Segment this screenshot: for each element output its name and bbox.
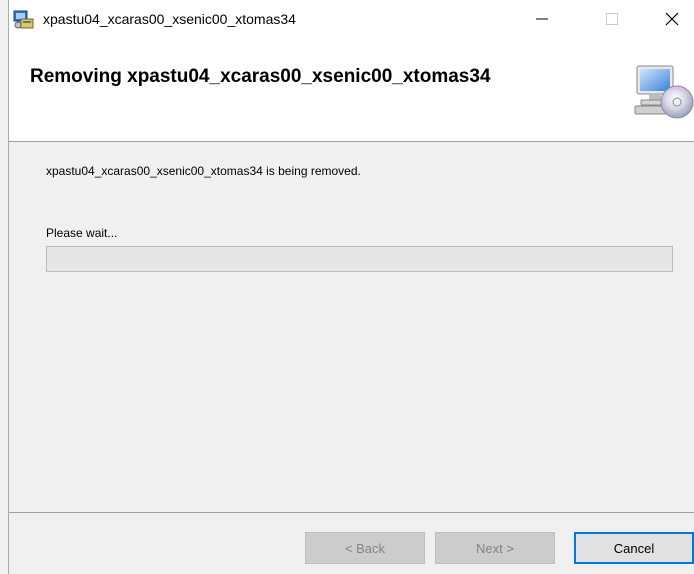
progress-bar xyxy=(46,246,673,272)
installer-app-icon xyxy=(12,7,36,31)
close-icon xyxy=(665,12,679,26)
next-button[interactable]: Next > xyxy=(435,532,555,564)
minimize-button[interactable] xyxy=(519,0,565,38)
maximize-button[interactable] xyxy=(589,0,635,38)
footer-divider xyxy=(9,512,694,513)
installer-window: xpastu04_xcaras00_xsenic00_xtomas34 Remo… xyxy=(8,0,694,574)
maximize-icon xyxy=(606,13,618,25)
computer-cd-icon xyxy=(633,60,694,122)
cancel-button[interactable]: Cancel xyxy=(574,532,694,564)
window-title: xpastu04_xcaras00_xsenic00_xtomas34 xyxy=(43,11,296,27)
please-wait-label: Please wait... xyxy=(46,226,118,240)
removal-status-message: xpastu04_xcaras00_xsenic00_xtomas34 is b… xyxy=(46,164,361,178)
page-title: Removing xpastu04_xcaras00_xsenic00_xtom… xyxy=(30,66,491,87)
back-button[interactable]: < Back xyxy=(305,532,425,564)
minimize-icon xyxy=(536,18,548,20)
title-bar[interactable]: xpastu04_xcaras00_xsenic00_xtomas34 xyxy=(9,0,694,38)
close-button[interactable] xyxy=(649,0,694,38)
header-banner: Removing xpastu04_xcaras00_xsenic00_xtom… xyxy=(9,38,694,142)
